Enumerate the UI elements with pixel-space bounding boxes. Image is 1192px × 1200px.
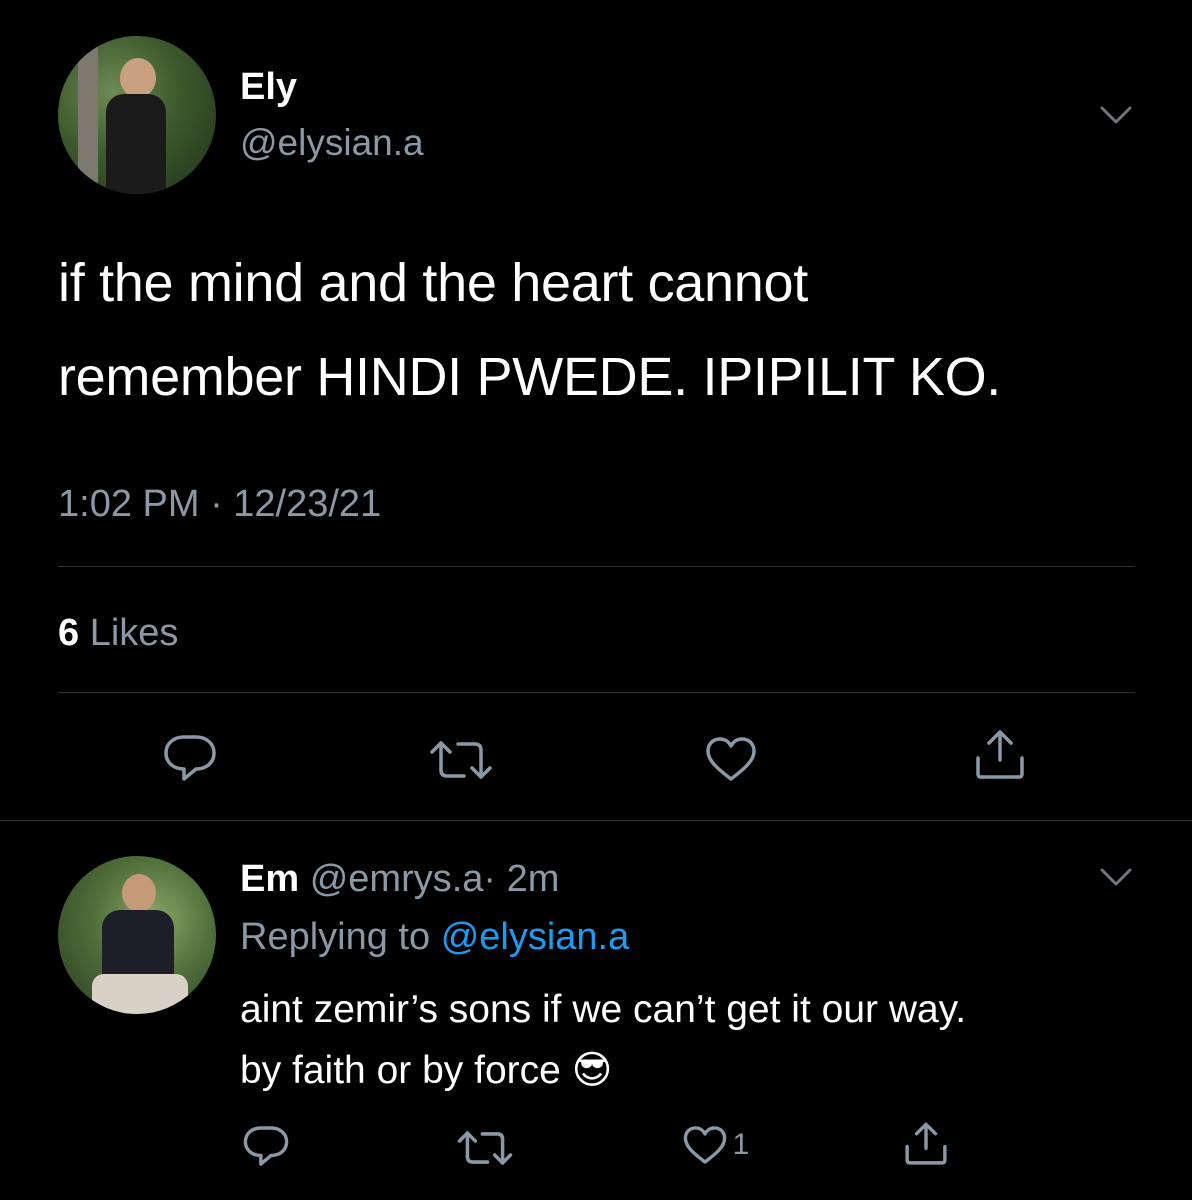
replying-to-label: Replying to — [240, 916, 431, 958]
reply-text-line-2: by faith or by force 😎 — [240, 1048, 612, 1093]
reply-text-body: by faith or by force — [240, 1049, 561, 1092]
reply-like-count: 1 — [732, 1128, 750, 1161]
likes-count: 6 — [58, 612, 80, 654]
replying-to-handle-link[interactable]: @elysian.a — [441, 916, 630, 958]
heart-icon[interactable] — [704, 735, 758, 783]
sunglasses-emoji: 😎 — [571, 1049, 613, 1092]
author-name[interactable]: Ely — [240, 66, 297, 109]
divider — [58, 692, 1135, 693]
heart-icon — [682, 1124, 728, 1166]
retweet-icon[interactable] — [456, 1128, 514, 1168]
reply-author-name[interactable]: Em — [240, 858, 299, 900]
divider — [58, 566, 1135, 567]
reply-like-button[interactable]: 1 — [682, 1124, 749, 1168]
reply-author-avatar[interactable] — [58, 856, 216, 1014]
divider — [0, 820, 1192, 821]
chevron-down-icon[interactable] — [1096, 100, 1136, 130]
reply-text-line-1: aint zemir’s sons if we can’t get it our… — [240, 988, 967, 1031]
tweet-timestamp[interactable]: 1:02 PM · 12/23/21 — [58, 483, 381, 526]
likes-stat[interactable]: 6 Likes — [58, 612, 178, 655]
reply-author-handle[interactable]: @emrys.a — [310, 858, 484, 900]
chevron-down-icon[interactable] — [1096, 862, 1136, 892]
reply-header: Em @emrys.a· 2m — [240, 858, 559, 901]
author-handle[interactable]: @elysian.a — [240, 122, 424, 164]
tweet-text-line-1: if the mind and the heart cannot — [58, 253, 808, 313]
tweet-text-line-2: remember HINDI PWEDE. IPIPILIT KO. — [58, 347, 1002, 407]
likes-label: Likes — [89, 612, 179, 654]
retweet-icon[interactable] — [428, 738, 494, 782]
reply-icon[interactable] — [162, 733, 218, 783]
reply-age: · 2m — [483, 858, 560, 900]
share-icon[interactable] — [972, 728, 1028, 782]
author-avatar[interactable] — [58, 36, 216, 194]
replying-to: Replying to @elysian.a — [240, 916, 629, 959]
share-icon[interactable] — [902, 1120, 950, 1168]
reply-icon[interactable] — [242, 1124, 290, 1168]
